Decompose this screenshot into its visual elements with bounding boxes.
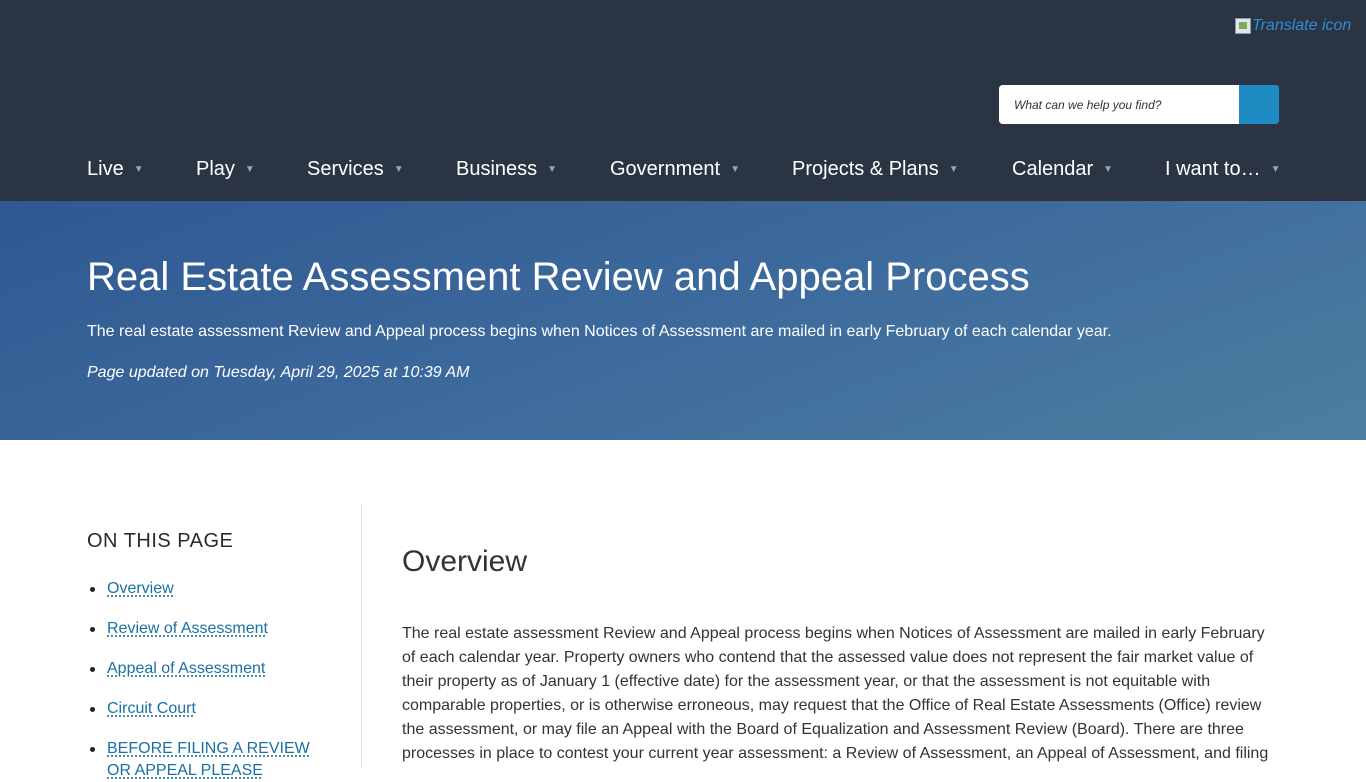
translate-link[interactable]: Translate icon: [1235, 17, 1351, 35]
search-input[interactable]: [999, 85, 1239, 124]
toc-link-circuit-court[interactable]: Circuit Court: [107, 698, 322, 720]
caret-down-icon: ▼: [133, 164, 144, 175]
nav-item-label: Government: [610, 158, 721, 180]
search-button[interactable]: [1239, 85, 1279, 124]
toc-link-before-filing[interactable]: BEFORE FILING A REVIEW OR APPEAL PLEASE: [107, 738, 322, 782]
page-title: Real Estate Assessment Review and Appeal…: [87, 255, 1030, 299]
page-updated-date: Page updated on Tuesday, April 29, 2025 …: [87, 364, 470, 381]
nav-item-label: I want to…: [1165, 158, 1261, 180]
section-heading-overview: Overview: [402, 545, 528, 578]
nav-item-services[interactable]: Services ▼: [307, 158, 404, 181]
nav-item-label: Play: [196, 158, 235, 180]
nav-item-business[interactable]: Business ▼: [456, 158, 557, 181]
site-header: Translate icon Live ▼ Play ▼ Services ▼ …: [0, 0, 1366, 201]
nav-item-government[interactable]: Government ▼: [610, 158, 740, 181]
nav-item-label: Services: [307, 158, 384, 180]
toc-link-review[interactable]: Review of Assessment: [107, 618, 322, 640]
toc-list: Overview Review of Assessment Appeal of …: [87, 578, 322, 779]
translate-icon-alt-text: Translate icon: [1252, 17, 1352, 34]
caret-down-icon: ▼: [244, 164, 255, 175]
toc-heading: ON THIS PAGE: [87, 530, 234, 552]
caret-down-icon: ▼: [948, 164, 959, 175]
caret-down-icon: ▼: [1103, 164, 1114, 175]
overview-paragraph: The real estate assessment Review and Ap…: [402, 625, 1269, 762]
toc-item: Circuit Court: [87, 698, 322, 738]
toc-item: Overview: [87, 578, 322, 618]
nav-item-projects-plans[interactable]: Projects & Plans ▼: [792, 158, 959, 181]
page-banner: Real Estate Assessment Review and Appeal…: [0, 201, 1366, 440]
nav-item-label: Live: [87, 158, 124, 180]
broken-image-icon: [1235, 18, 1251, 34]
nav-item-label: Projects & Plans: [792, 158, 939, 180]
caret-down-icon: ▼: [730, 164, 740, 175]
caret-down-icon: ▼: [1270, 164, 1281, 175]
nav-item-play[interactable]: Play ▼: [196, 158, 255, 181]
nav-item-label: Business: [456, 158, 538, 180]
toc-link-appeal[interactable]: Appeal of Assessment: [107, 658, 322, 680]
nav-item-calendar[interactable]: Calendar ▼: [1012, 158, 1113, 181]
nav-item-label: Calendar: [1012, 158, 1094, 180]
toc-item: Appeal of Assessment: [87, 658, 322, 698]
caret-down-icon: ▼: [547, 164, 558, 175]
page-intro: The real estate assessment Review and Ap…: [87, 323, 1112, 340]
toc-link-overview[interactable]: Overview: [107, 578, 322, 600]
nav-item-live[interactable]: Live ▼: [87, 158, 144, 181]
caret-down-icon: ▼: [393, 164, 404, 175]
toc-item: Review of Assessment: [87, 618, 322, 658]
sidebar-divider: [361, 504, 362, 768]
site-search: [999, 85, 1279, 124]
nav-item-i-want-to[interactable]: I want to… ▼: [1165, 158, 1281, 181]
toc-item: BEFORE FILING A REVIEW OR APPEAL PLEASE: [87, 738, 322, 779]
